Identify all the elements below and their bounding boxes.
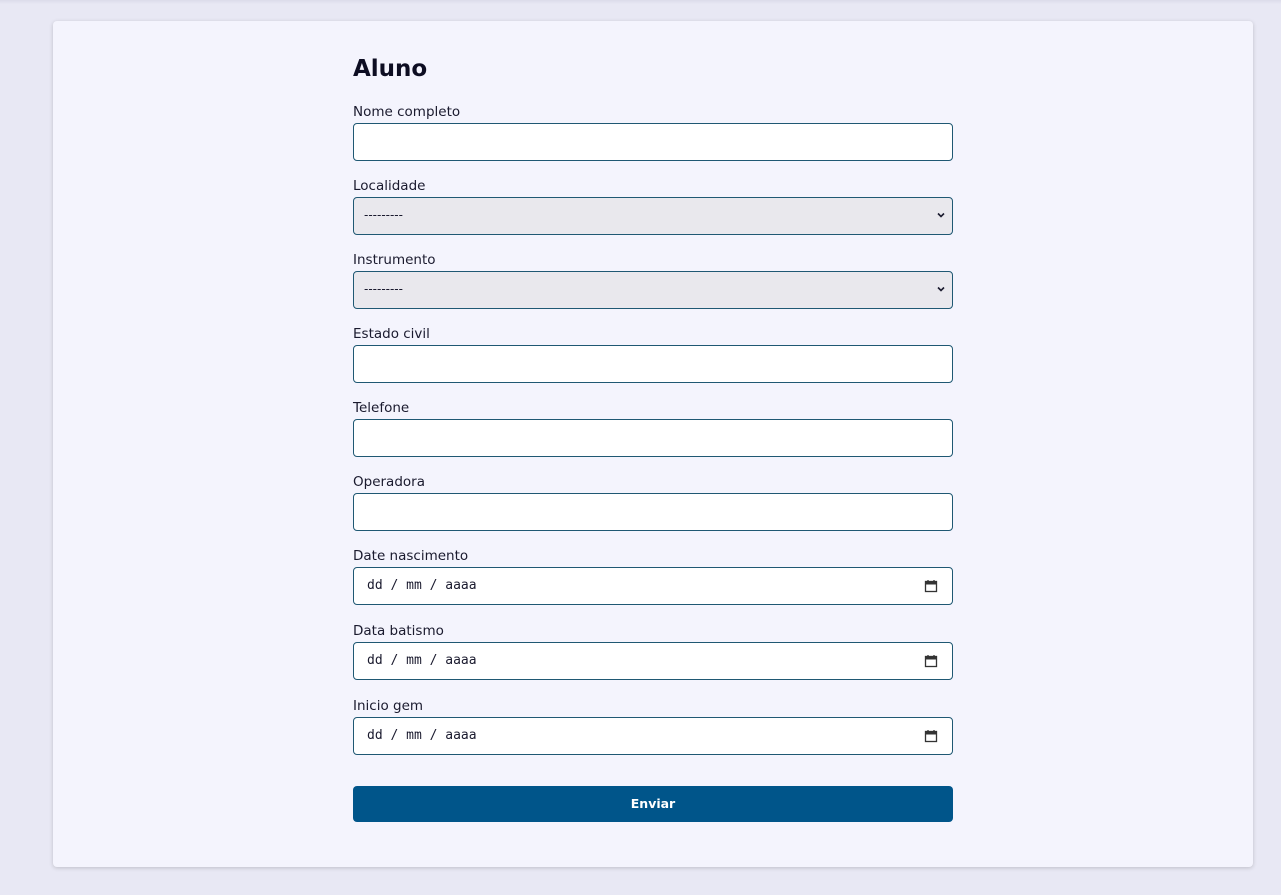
localidade-select[interactable]: ---------	[353, 197, 953, 235]
data-batismo-label: Data batismo	[353, 623, 444, 639]
calendar-icon[interactable]	[924, 579, 938, 593]
telefone-input[interactable]	[353, 419, 953, 457]
instrumento-selected-value: ---------	[364, 282, 403, 296]
date-nascimento-placeholder: dd / mm / aaaa	[367, 578, 477, 593]
nome-completo-label: Nome completo	[353, 104, 461, 120]
date-nascimento-label: Date nascimento	[353, 548, 469, 564]
form-title: Aluno	[353, 56, 428, 82]
enviar-button[interactable]: Enviar	[353, 786, 953, 822]
calendar-icon[interactable]	[924, 729, 938, 743]
nome-completo-input[interactable]	[353, 123, 953, 161]
inicio-gem-label: Inicio gem	[353, 698, 424, 714]
estado-civil-label: Estado civil	[353, 326, 430, 342]
chevron-down-icon	[937, 212, 945, 218]
chevron-down-icon	[937, 286, 945, 292]
instrumento-select[interactable]: ---------	[353, 271, 953, 309]
top-edge-shadow	[0, 0, 1281, 4]
calendar-icon[interactable]	[924, 654, 938, 668]
data-batismo-input[interactable]: dd / mm / aaaa	[353, 642, 953, 680]
localidade-selected-value: ---------	[364, 208, 403, 222]
form-card: Aluno Nome completo Localidade ---------…	[53, 21, 1253, 867]
operadora-input[interactable]	[353, 493, 953, 531]
inicio-gem-input[interactable]: dd / mm / aaaa	[353, 717, 953, 755]
telefone-label: Telefone	[353, 400, 410, 416]
operadora-label: Operadora	[353, 474, 425, 490]
instrumento-label: Instrumento	[353, 252, 436, 268]
inicio-gem-placeholder: dd / mm / aaaa	[367, 728, 477, 743]
date-nascimento-input[interactable]: dd / mm / aaaa	[353, 567, 953, 605]
data-batismo-placeholder: dd / mm / aaaa	[367, 653, 477, 668]
estado-civil-input[interactable]	[353, 345, 953, 383]
localidade-label: Localidade	[353, 178, 426, 194]
